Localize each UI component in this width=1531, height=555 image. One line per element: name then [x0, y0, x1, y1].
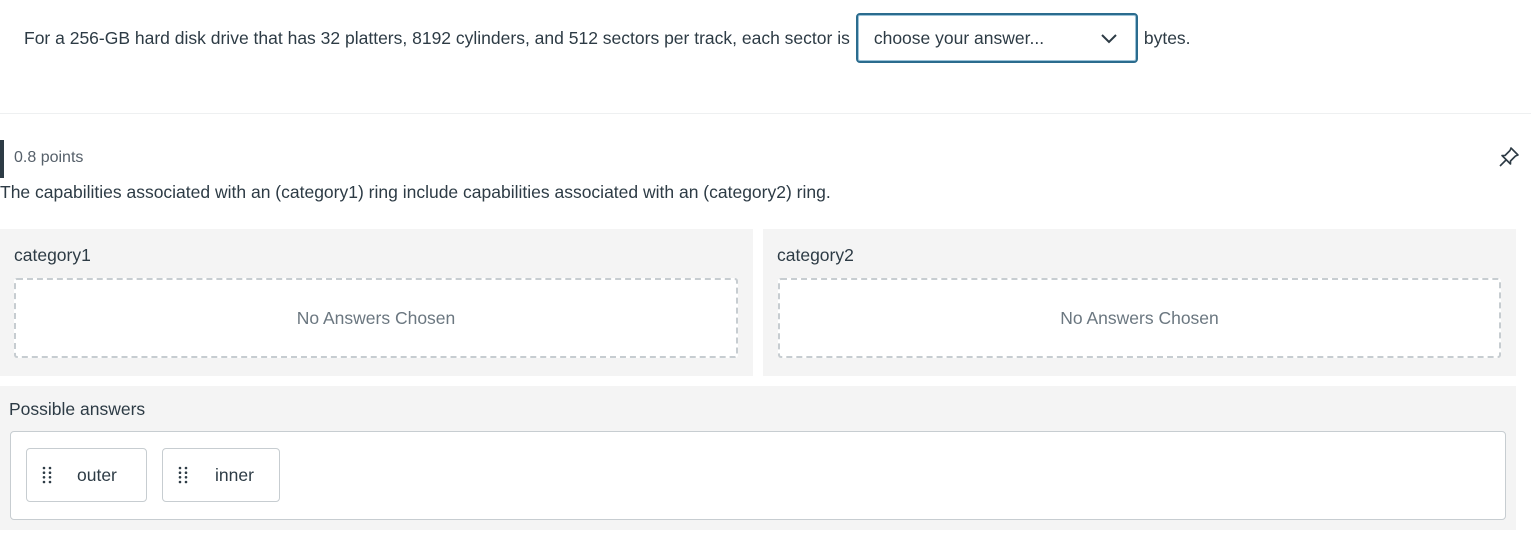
category1-empty-text: No Answers Chosen	[296, 307, 456, 328]
answer-chip-label: outer	[77, 464, 117, 485]
question-fill-in-line: For a 256-GB hard disk drive that has 32…	[24, 12, 1191, 64]
answer-select[interactable]: choose your answer...	[855, 13, 1138, 63]
points-marker	[0, 140, 4, 178]
answer-chip-inner[interactable]: inner	[162, 448, 280, 502]
possible-answers-list[interactable]: outer inner	[10, 431, 1506, 520]
question-divider	[0, 113, 1531, 114]
category2-empty-text: No Answers Chosen	[1060, 307, 1219, 328]
answer-chip-outer[interactable]: outer	[26, 448, 147, 502]
possible-answers-title: Possible answers	[9, 399, 146, 419]
question-text-after: bytes.	[1143, 27, 1191, 48]
answer-select-value: choose your answer...	[873, 27, 1045, 48]
question-points: 0.8 points	[14, 149, 84, 166]
possible-answers-panel: Possible answers outer inner	[0, 386, 1516, 530]
category2-dropzone[interactable]: No Answers Chosen	[778, 278, 1501, 358]
pin-icon[interactable]	[1497, 145, 1521, 169]
drag-handle-icon	[42, 466, 52, 484]
question-prompt: The capabilities associated with an (cat…	[0, 182, 831, 202]
chevron-down-icon	[1101, 34, 1117, 44]
category1-dropzone[interactable]: No Answers Chosen	[14, 278, 738, 358]
category1-panel: category1 No Answers Chosen	[0, 229, 753, 376]
category2-title: category2	[777, 245, 854, 265]
category1-title: category1	[14, 245, 91, 265]
question-text-before: For a 256-GB hard disk drive that has 32…	[24, 27, 850, 48]
category2-panel: category2 No Answers Chosen	[763, 229, 1516, 376]
drag-handle-icon	[178, 466, 188, 484]
answer-chip-label: inner	[215, 464, 254, 485]
